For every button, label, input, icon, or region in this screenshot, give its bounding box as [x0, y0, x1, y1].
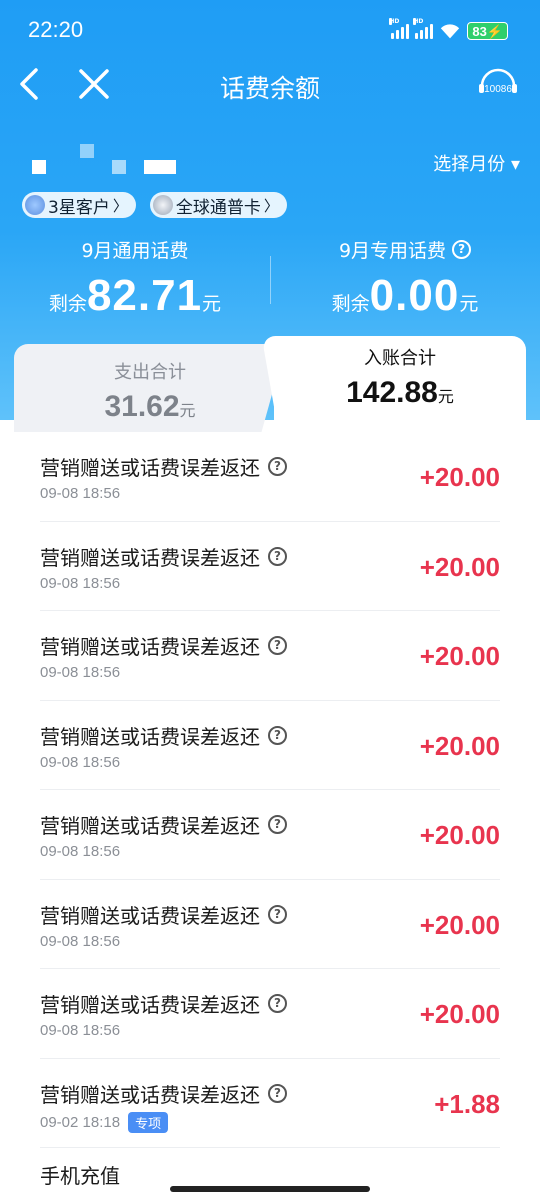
help-icon[interactable]: ?: [452, 240, 472, 259]
record-amount: +1.88: [434, 1088, 500, 1119]
list-item[interactable]: 营销赠送或话费误差返还? 09-08 18:56 +20.00: [40, 522, 500, 611]
general-balance: 9月通用话费 剩余82.71元: [0, 236, 270, 321]
wifi-icon: [441, 24, 460, 39]
special-balance: 9月专用话费 ? 剩余0.00元: [270, 236, 540, 321]
status-icons: HD HD 83⚡: [389, 18, 508, 42]
help-icon[interactable]: ?: [268, 1083, 287, 1103]
star-icon: [25, 195, 45, 215]
record-amount: +20.00: [419, 462, 500, 492]
month-selector[interactable]: 选择月份 ▾: [433, 150, 520, 176]
list-item[interactable]: 营销赠送或话费误差返还? 09-08 18:56 +20.00: [40, 790, 500, 880]
home-indicator[interactable]: [170, 1186, 370, 1192]
badge-label: 3星客户: [48, 197, 110, 218]
record-time: 09-08 18:56: [40, 574, 121, 592]
record-time: 09-08 18:56: [40, 843, 121, 860]
record-time: 09-08 18:56: [40, 1022, 121, 1039]
list-item-partial[interactable]: 手机充值: [40, 1160, 120, 1189]
customer-badges: 3星客户 〉 全球通普卡 〉: [22, 192, 287, 218]
help-icon[interactable]: ?: [268, 636, 287, 655]
signal-icon: HD: [413, 18, 434, 39]
record-time: 09-08 18:56: [40, 932, 121, 950]
service-number: 10086: [484, 84, 512, 95]
expense-total: 31.62: [104, 390, 180, 423]
general-balance-label: 9月通用话费: [81, 240, 189, 262]
star-level-badge[interactable]: 3星客户 〉: [22, 192, 136, 218]
help-icon[interactable]: ?: [268, 815, 287, 834]
record-time: 09-08 18:56: [40, 753, 121, 771]
status-time: 22:20: [28, 17, 84, 42]
help-icon[interactable]: ?: [268, 725, 287, 745]
signal-icon: HD: [389, 18, 410, 39]
record-time: 09-02 18:18: [40, 1113, 121, 1131]
badge-label: 全球通普卡: [175, 197, 261, 218]
help-icon[interactable]: ?: [268, 457, 287, 476]
list-item[interactable]: 营销赠送或话费误差返还? 09-08 18:56 +20.00: [40, 701, 500, 790]
nav-bar: 话费余额 10086: [0, 62, 540, 106]
record-title: 营销赠送或话费误差返还: [40, 545, 260, 570]
record-title: 营销赠送或话费误差返还: [40, 635, 260, 659]
chevron-right-icon: 〉: [263, 196, 279, 215]
record-title: 营销赠送或话费误差返还: [40, 903, 260, 928]
record-amount: +20.00: [419, 551, 500, 582]
general-balance-value: 82.71: [86, 271, 203, 320]
help-icon[interactable]: ?: [268, 994, 287, 1013]
help-icon[interactable]: ?: [268, 904, 287, 924]
record-title: 营销赠送或话费误差返还: [40, 456, 260, 480]
special-balance-value: 0.00: [369, 271, 460, 320]
tab-expense[interactable]: 支出合计 31.62元: [14, 344, 286, 432]
customer-service-icon[interactable]: 10086: [476, 62, 520, 106]
tab-income[interactable]: 入账合计 142.88元: [274, 336, 526, 432]
list-item[interactable]: 营销赠送或话费误差返还? 09-08 18:56 +20.00: [40, 880, 500, 969]
special-balance-label: 9月专用话费: [338, 240, 447, 262]
help-icon[interactable]: ?: [268, 546, 287, 566]
income-record-list: 营销赠送或话费误差返还? 09-08 18:56 +20.00 营销赠送或话费误…: [40, 432, 500, 1148]
record-title: 营销赠送或话费误差返还: [40, 724, 260, 749]
list-item[interactable]: 营销赠送或话费误差返还? 09-08 18:56 +20.00: [40, 969, 500, 1059]
special-tag: 专项: [128, 1111, 169, 1133]
record-amount: +20.00: [419, 909, 500, 940]
page-title: 话费余额: [219, 74, 320, 103]
record-title: 营销赠送或话费误差返还: [40, 993, 260, 1017]
record-title: 营销赠送或话费误差返还: [40, 1082, 260, 1107]
record-title: 营销赠送或话费误差返还: [40, 814, 260, 838]
record-time: 09-08 18:56: [40, 485, 121, 502]
record-amount: +20.00: [419, 641, 500, 671]
record-time: 09-08 18:56: [40, 664, 121, 681]
battery-indicator: 83⚡: [467, 22, 508, 40]
card-icon: [152, 195, 173, 215]
list-item[interactable]: 营销赠送或话费误差返还? 09-08 18:56 +20.00: [40, 611, 500, 701]
card-type-badge[interactable]: 全球通普卡 〉: [149, 192, 287, 218]
record-amount: +20.00: [419, 999, 500, 1029]
record-amount: +20.00: [419, 730, 500, 761]
list-item[interactable]: 营销赠送或话费误差返还? 09-08 18:56 +20.00: [40, 432, 500, 522]
balance-summary: 9月通用话费 剩余82.71元 9月专用话费 ? 剩余0.00元: [0, 236, 540, 326]
list-item[interactable]: 营销赠送或话费误差返还? 09-02 18:18 专项 +1.88: [40, 1059, 500, 1148]
income-total: 142.88: [346, 376, 438, 409]
tab-bar: 支出合计 31.62元 入账合计 142.88元: [14, 336, 526, 432]
chevron-right-icon: 〉: [112, 196, 128, 215]
status-bar: 22:20 HD HD 83⚡: [0, 0, 540, 62]
record-amount: +20.00: [419, 820, 500, 850]
